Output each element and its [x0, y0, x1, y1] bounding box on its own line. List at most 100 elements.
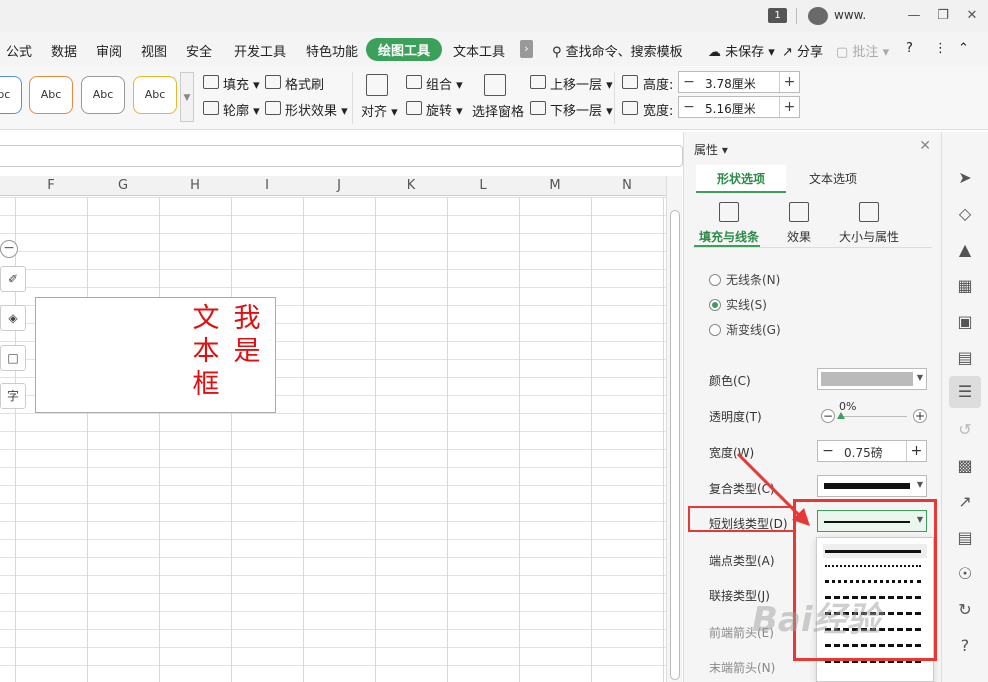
help-button[interactable]: ?: [906, 41, 913, 56]
textbox-text-column-1[interactable]: 我是: [232, 302, 262, 368]
column-label[interactable]: G: [87, 178, 159, 193]
transparency-slider[interactable]: − 0% +: [821, 400, 931, 427]
history-icon[interactable]: ↻: [955, 600, 975, 620]
width-stepper[interactable]: − 5.16厘米 +: [678, 96, 800, 118]
share-button[interactable]: ↗ 分享: [782, 41, 823, 60]
tab-formula[interactable]: 公式: [6, 41, 32, 60]
column-label[interactable]: H: [159, 178, 231, 193]
tab-drawing-tools[interactable]: 绘图工具: [366, 38, 443, 61]
style-gallery-expand[interactable]: ▼: [180, 72, 194, 122]
shape-style-3[interactable]: Abc: [81, 76, 125, 114]
picture-icon[interactable]: ▤: [955, 528, 975, 548]
text-tool-icon[interactable]: 字: [0, 383, 26, 409]
line-width-value[interactable]: 0.75磅: [844, 444, 883, 461]
shapes-icon[interactable]: ◇: [955, 204, 975, 224]
scrollbar-thumb[interactable]: [670, 210, 680, 680]
minimize-icon[interactable]: —: [904, 6, 924, 26]
tab-shape-options[interactable]: 形状选项: [696, 165, 786, 193]
restore-icon[interactable]: ❐: [933, 6, 953, 26]
height-decrease-button[interactable]: −: [679, 72, 699, 92]
properties-icon[interactable]: ☰: [949, 376, 981, 408]
height-increase-button[interactable]: +: [779, 72, 799, 92]
user-name[interactable]: www.: [834, 8, 866, 22]
collapse-ribbon-icon[interactable]: ⌃: [958, 41, 969, 56]
selection-pane-button[interactable]: 选择窗格: [472, 101, 524, 120]
shape-style-2[interactable]: Abc: [29, 76, 73, 114]
height-stepper[interactable]: − 3.78厘米 +: [678, 71, 800, 93]
textbox-shape[interactable]: 我是 文本框: [35, 297, 276, 413]
panel-title[interactable]: 属性 ▾: [694, 141, 728, 158]
slider-track[interactable]: [839, 416, 907, 417]
subtab-effect[interactable]: 效果: [782, 202, 816, 245]
help-icon[interactable]: ?: [955, 636, 975, 656]
grid-icon[interactable]: ▣: [955, 312, 975, 332]
avatar[interactable]: [808, 7, 828, 25]
width-increase-button[interactable]: +: [779, 97, 799, 117]
fill-button[interactable]: 填充 ▾: [223, 74, 260, 93]
close-icon[interactable]: ✕: [962, 6, 982, 26]
column-label[interactable]: F: [15, 178, 87, 193]
format-brush-button[interactable]: 格式刷: [285, 74, 324, 93]
shape-style-tool-icon[interactable]: ✐: [0, 266, 26, 292]
more-tabs-button[interactable]: ›: [520, 40, 533, 58]
tab-data[interactable]: 数据: [51, 41, 77, 60]
group-button[interactable]: 组合 ▾: [426, 74, 463, 93]
close-icon[interactable]: ✕: [919, 138, 931, 154]
tab-text-options[interactable]: 文本选项: [788, 165, 878, 193]
tab-special[interactable]: 特色功能: [306, 41, 358, 60]
tab-security[interactable]: 安全: [186, 41, 212, 60]
tab-view[interactable]: 视图: [141, 41, 167, 60]
image-icon[interactable]: ▩: [955, 456, 975, 476]
comment-button[interactable]: ▢ 批注 ▾: [836, 41, 889, 60]
slider-handle[interactable]: [837, 412, 845, 419]
height-value[interactable]: 3.78厘米: [705, 75, 756, 92]
formula-input[interactable]: [0, 145, 683, 167]
shape-style-1[interactable]: Abc: [0, 76, 22, 114]
radio-no-line[interactable]: 无线条(N): [709, 271, 780, 288]
compound-type-select[interactable]: ▼: [817, 475, 927, 497]
tab-review[interactable]: 审阅: [96, 41, 122, 60]
textbox-text-column-2[interactable]: 文本框: [191, 302, 221, 401]
outline-button[interactable]: 轮廓 ▾: [223, 100, 260, 119]
tab-text-tools[interactable]: 文本工具: [453, 41, 505, 60]
share-icon[interactable]: ↗: [955, 492, 975, 512]
increase-icon[interactable]: +: [913, 409, 927, 423]
column-label[interactable]: M: [519, 178, 591, 193]
window-count-badge[interactable]: 1: [768, 8, 787, 23]
radio-gradient-line[interactable]: 渐变线(G): [709, 321, 781, 338]
decrease-icon[interactable]: −: [821, 409, 835, 423]
collapse-tools-icon[interactable]: −: [0, 240, 18, 258]
width-decrease-button[interactable]: −: [818, 441, 838, 461]
more-options-icon[interactable]: ⋮: [934, 41, 947, 56]
radio-solid-line[interactable]: 实线(S): [709, 296, 767, 313]
chart-icon[interactable]: ▤: [955, 348, 975, 368]
subtab-size-properties[interactable]: 大小与属性: [836, 202, 902, 245]
column-label[interactable]: K: [375, 178, 447, 193]
column-label[interactable]: L: [447, 178, 519, 193]
shape-style-4[interactable]: Abc: [133, 76, 177, 114]
outline-tool-icon[interactable]: □: [0, 345, 26, 371]
save-status-button[interactable]: ☁ 未保存 ▾: [708, 41, 775, 60]
color-picker[interactable]: ▼: [817, 368, 927, 390]
send-backward-button[interactable]: 下移一层 ▾: [550, 100, 613, 119]
align-button[interactable]: 对齐 ▾: [361, 101, 398, 120]
width-value[interactable]: 5.16厘米: [705, 100, 756, 117]
vertical-scrollbar[interactable]: [666, 176, 682, 682]
cursor-icon[interactable]: ➤: [955, 168, 975, 188]
rotate-button[interactable]: 旋转 ▾: [426, 100, 463, 119]
column-label[interactable]: I: [231, 178, 303, 193]
column-label[interactable]: J: [303, 178, 375, 193]
width-increase-button[interactable]: +: [906, 441, 926, 461]
column-label[interactable]: N: [591, 178, 663, 193]
tab-developer[interactable]: 开发工具: [234, 41, 286, 60]
shape-effect-button[interactable]: 形状效果 ▾: [285, 100, 348, 119]
width-decrease-button[interactable]: −: [679, 97, 699, 117]
bring-forward-button[interactable]: 上移一层 ▾: [550, 74, 613, 93]
subtab-fill-line[interactable]: 填充与线条: [696, 202, 762, 245]
table-icon[interactable]: ▦: [955, 276, 975, 296]
transform-icon[interactable]: ↺: [955, 420, 975, 440]
line-width-stepper[interactable]: − 0.75磅 +: [817, 440, 927, 462]
cell-grid[interactable]: [0, 197, 666, 682]
fill-tool-icon[interactable]: ◈: [0, 305, 26, 331]
fill-bucket-icon[interactable]: ▲: [955, 240, 975, 260]
